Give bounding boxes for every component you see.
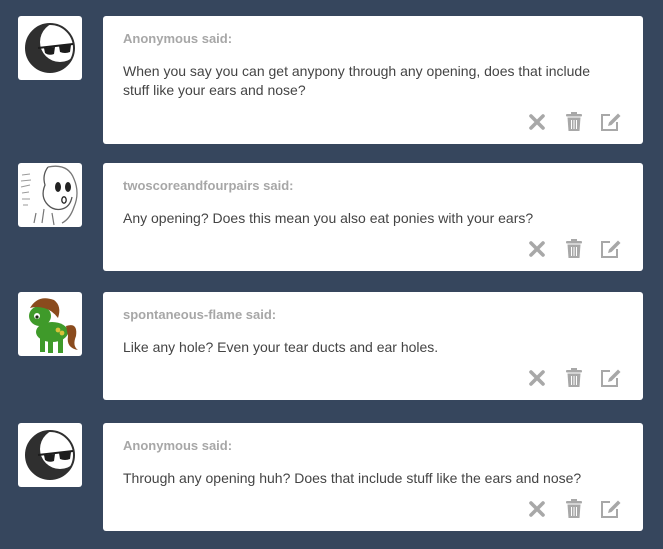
- avatar[interactable]: [18, 423, 82, 487]
- sunglasses-moon-icon: [25, 429, 80, 480]
- sketch-pony-icon: [20, 165, 78, 226]
- edit-icon: [601, 113, 621, 131]
- sender-name[interactable]: Anonymous said:: [123, 31, 232, 46]
- ask-card: Anonymous said: When you say you can get…: [103, 16, 643, 144]
- sender-name[interactable]: Anonymous said:: [123, 438, 232, 453]
- edit-button[interactable]: [599, 110, 623, 134]
- avatar[interactable]: [18, 292, 82, 356]
- ask-card: Anonymous said: Through any opening huh?…: [103, 423, 643, 531]
- ask-text: Like any hole? Even your tear ducts and …: [123, 339, 439, 355]
- ask-actions: [512, 366, 623, 390]
- ask-card: twoscoreandfourpairs said: Any opening? …: [103, 163, 643, 271]
- x-icon: [529, 501, 545, 517]
- trash-icon: [566, 368, 582, 387]
- x-icon: [529, 114, 545, 130]
- trash-button[interactable]: [562, 366, 586, 390]
- sender-name[interactable]: twoscoreandfourpairs said:: [123, 178, 293, 193]
- x-icon: [529, 370, 545, 386]
- edit-icon: [601, 500, 621, 518]
- edit-button[interactable]: [599, 497, 623, 521]
- trash-button[interactable]: [562, 497, 586, 521]
- ask-actions: [512, 110, 623, 134]
- sender-name[interactable]: spontaneous-flame said:: [123, 307, 276, 322]
- delete-button[interactable]: [525, 110, 549, 134]
- trash-button[interactable]: [562, 110, 586, 134]
- x-icon: [529, 241, 545, 257]
- avatar[interactable]: [18, 16, 82, 80]
- ask-card: spontaneous-flame said: Like any hole? E…: [103, 292, 643, 400]
- delete-button[interactable]: [525, 497, 549, 521]
- delete-button[interactable]: [525, 237, 549, 261]
- edit-button[interactable]: [599, 366, 623, 390]
- trash-icon: [566, 112, 582, 131]
- ask-text: Through any opening huh? Does that inclu…: [123, 470, 582, 486]
- edit-icon: [601, 240, 621, 258]
- edit-icon: [601, 369, 621, 387]
- ask-actions: [512, 497, 623, 521]
- ask-actions: [512, 237, 623, 261]
- trash-button[interactable]: [562, 237, 586, 261]
- trash-icon: [566, 499, 582, 518]
- sunglasses-moon-icon: [25, 22, 80, 73]
- delete-button[interactable]: [525, 366, 549, 390]
- trash-icon: [566, 239, 582, 258]
- green-pony-icon: [29, 298, 78, 353]
- ask-text: When you say you can get anypony through…: [123, 63, 590, 98]
- avatar[interactable]: [18, 163, 82, 227]
- edit-button[interactable]: [599, 237, 623, 261]
- ask-text: Any opening? Does this mean you also eat…: [123, 210, 534, 226]
